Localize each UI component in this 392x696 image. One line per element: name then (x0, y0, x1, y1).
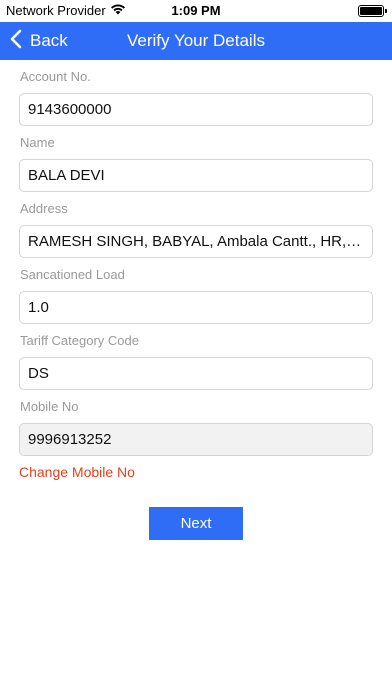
address-field[interactable]: RAMESH SINGH, BABYAL, Ambala Cantt., HR,… (19, 225, 373, 258)
battery-icon (358, 5, 387, 17)
mobile-field[interactable]: 9996913252 (19, 423, 373, 456)
name-label: Name (20, 135, 55, 150)
account-label: Account No. (20, 69, 91, 84)
mobile-label: Mobile No (20, 399, 79, 414)
status-time: 1:09 PM (171, 3, 221, 18)
details-form: Account No. 9143600000 Name BALA DEVI Ad… (19, 60, 373, 481)
nav-bar: Back Verify Your Details (0, 22, 392, 60)
field-account: Account No. 9143600000 (19, 60, 373, 126)
name-field[interactable]: BALA DEVI (19, 159, 373, 192)
field-load: Sancationed Load 1.0 (19, 258, 373, 324)
change-mobile-link[interactable]: Change Mobile No (19, 464, 373, 481)
load-label: Sancationed Load (20, 267, 125, 282)
tariff-label: Tariff Category Code (20, 333, 139, 348)
page-title: Verify Your Details (127, 31, 265, 50)
field-name: Name BALA DEVI (19, 126, 373, 192)
address-label: Address (20, 201, 68, 216)
field-tariff: Tariff Category Code DS (19, 324, 373, 390)
field-mobile: Mobile No 9996913252 (19, 390, 373, 456)
load-field[interactable]: 1.0 (19, 291, 373, 324)
account-field[interactable]: 9143600000 (19, 93, 373, 126)
status-bar: Network Provider 1:09 PM (0, 0, 392, 22)
next-button[interactable]: Next (149, 507, 243, 540)
tariff-field[interactable]: DS (19, 357, 373, 390)
field-address: Address RAMESH SINGH, BABYAL, Ambala Can… (19, 192, 373, 258)
